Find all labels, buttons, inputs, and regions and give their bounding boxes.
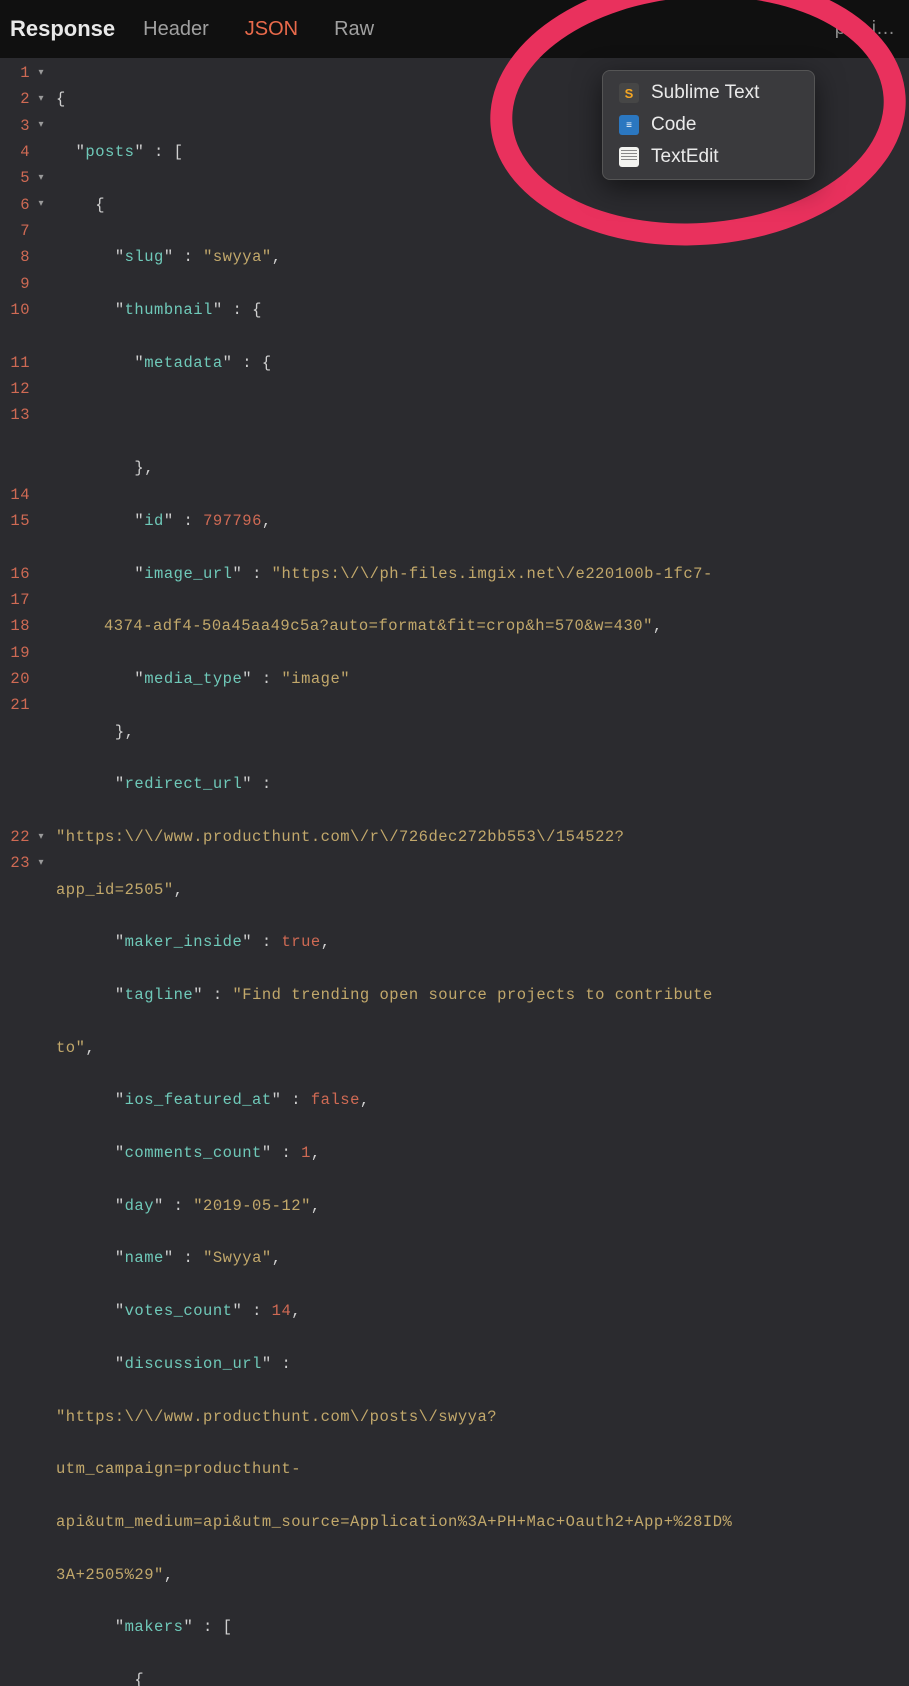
fold-icon[interactable]: ▾ [32,91,44,108]
menu-item-code[interactable]: ≡ Code [603,109,814,141]
fold-icon[interactable]: ▾ [32,65,44,82]
fold-icon[interactable]: ▾ [32,855,44,872]
tab-json[interactable]: JSON [227,18,316,41]
menu-item-label: Sublime Text [651,82,759,104]
fold-icon[interactable]: ▾ [32,829,44,846]
tab-raw[interactable]: Raw [316,18,392,41]
line-gutter: 1▾ 2▾ 3▾ 4 5▾ 6▾ 7 8 9 10 11 12 13 14 15… [0,58,46,843]
fold-icon[interactable]: ▾ [32,170,44,187]
menu-item-sublime-text[interactable]: S Sublime Text [603,77,814,109]
open-in-button[interactable]: pen i… [835,18,901,40]
menu-item-label: Code [651,114,696,136]
menu-item-textedit[interactable]: TextEdit [603,141,814,173]
textedit-icon [619,147,639,167]
fold-icon[interactable]: ▾ [32,196,44,213]
menu-item-label: TextEdit [651,146,719,168]
panel-title: Response [8,16,125,42]
open-in-menu: S Sublime Text ≡ Code TextEdit [602,70,815,180]
tab-header[interactable]: Header [125,18,227,41]
sublime-icon: S [619,83,639,103]
fold-icon[interactable]: ▾ [32,117,44,134]
vscode-icon: ≡ [619,115,639,135]
response-tabbar: Response Header JSON Raw pen i… [0,0,909,58]
